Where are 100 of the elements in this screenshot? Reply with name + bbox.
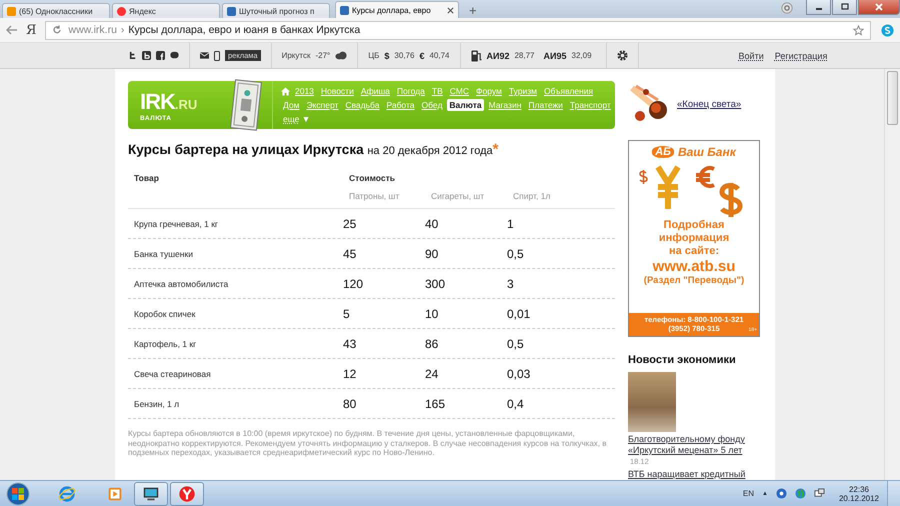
browser-tab[interactable]: Курсы доллара, евро	[335, 1, 459, 18]
cloud-icon	[335, 51, 348, 60]
nav-link[interactable]: Эксперт	[304, 99, 340, 111]
nav-link[interactable]: Обед	[420, 99, 444, 111]
nav-link[interactable]: Дом	[281, 99, 302, 111]
column-heading: Сигареты, шт	[431, 191, 486, 201]
nav-link[interactable]: Валюта	[447, 99, 484, 111]
language-indicator[interactable]: EN	[742, 489, 754, 498]
table-cell-text: 10	[425, 306, 440, 320]
browser-tab[interactable]: Шуточный прогноз п	[222, 3, 330, 18]
banknote-drawing	[230, 79, 262, 131]
phone-icon[interactable]	[214, 50, 220, 60]
table-cell-text: 25	[343, 216, 358, 230]
news-link[interactable]: ВТБ наращивает кредитный	[628, 469, 770, 480]
blog-icon[interactable]	[142, 51, 151, 60]
browser-logo[interactable]: Я	[26, 22, 36, 38]
nav-link[interactable]: 2013	[293, 85, 316, 97]
table-cell-text: 5	[343, 306, 351, 320]
nav-link[interactable]: Транспорт	[568, 99, 613, 111]
speech-bubble-icon[interactable]	[170, 51, 179, 60]
section-heading: Новости экономики	[628, 354, 737, 366]
page-title: Курсы бартера на улицах Иркутска на 20 декабря 2012 года*	[128, 141, 500, 158]
fuel-price: 28,77	[514, 51, 535, 60]
browser-tab[interactable]: (65) Одноклассники	[2, 3, 110, 18]
register-link[interactable]: Регистрация	[774, 50, 828, 60]
table-cell-text: Картофель, 1 кг	[133, 338, 198, 348]
start-button[interactable]	[6, 482, 30, 506]
bank-logo: АБ	[652, 146, 674, 158]
fuel-grade: АИ92	[486, 50, 510, 60]
settings-icon[interactable]	[616, 50, 628, 61]
address-field[interactable]: www.irk.ru › Курсы доллара, евро и юаня в банках Иркутска	[44, 20, 871, 40]
table-cell-text: 43	[343, 336, 358, 350]
nav-link[interactable]: Работа	[384, 99, 417, 111]
new-tab-button[interactable]: +	[465, 3, 481, 18]
table-cell-text: 1	[507, 216, 515, 230]
scrollbar[interactable]	[884, 69, 900, 480]
close-button[interactable]	[858, 0, 900, 15]
advert-text: на сайте:	[668, 245, 720, 258]
nav-link[interactable]: Объявления	[542, 85, 596, 97]
clock[interactable]: 22:36 20.12.2012	[838, 484, 879, 502]
more-menu-link[interactable]: еще ▼	[281, 113, 312, 125]
table-cell-text: Крупа гречневая, 1 кг	[133, 218, 220, 228]
scrollbar-thumb[interactable]	[887, 71, 898, 125]
social-f-icon[interactable]	[156, 51, 165, 60]
euro-sign: €	[419, 50, 424, 60]
table-cell-text: 40	[425, 216, 440, 230]
advert-text: информация	[658, 232, 730, 245]
cb-label: ЦБ	[368, 51, 380, 60]
table-cell-text: 0,5	[507, 336, 525, 350]
table-cell-text: 12	[343, 366, 358, 380]
table-cell-text: 0,5	[507, 246, 525, 260]
news-link[interactable]: Благотворительному фонду «Иркутский меценат» 5 лет	[628, 434, 770, 456]
back-icon[interactable]	[6, 25, 18, 35]
city-label[interactable]: Иркутск	[282, 51, 310, 60]
nav-link[interactable]: Свадьба	[343, 99, 382, 111]
nav-link[interactable]: Форум	[474, 85, 504, 97]
fuel-pump-icon	[470, 50, 482, 62]
mail-icon[interactable]	[200, 51, 209, 60]
temperature: -27°	[315, 51, 330, 60]
chat-app-icon[interactable]	[881, 24, 894, 36]
fuel-price: 32,09	[572, 51, 592, 60]
table-cell-text: Банка тушенки	[133, 248, 194, 258]
browser-icon	[178, 484, 196, 502]
nav-link[interactable]: Магазин	[486, 99, 524, 111]
globe-e-icon	[58, 484, 76, 502]
table-cell-text: Коробок спичек	[133, 308, 196, 318]
nav-link[interactable]: Погода	[394, 85, 427, 97]
minimize-button[interactable]	[806, 0, 831, 15]
star-icon[interactable]	[853, 24, 864, 36]
close-icon[interactable]	[447, 6, 454, 14]
table-cell-text: 300	[425, 276, 446, 290]
nav-link[interactable]: Новости	[318, 85, 356, 97]
disc-icon[interactable]	[776, 488, 787, 499]
table-cell-text: 3	[507, 276, 515, 290]
nav-link[interactable]: Туризм	[506, 85, 539, 97]
article-link[interactable]: «Конец света»	[677, 98, 742, 110]
photo-placeholder[interactable]	[628, 372, 676, 432]
table-cell-text: 90	[425, 246, 440, 260]
advert-url: www.atb.su	[652, 258, 736, 275]
column-heading: Товар	[134, 173, 159, 183]
dollar-sign: $	[384, 50, 390, 60]
nav-link[interactable]: ТВ	[430, 85, 445, 97]
table-cell-text: 165	[425, 396, 446, 410]
table-cell-text: 0,01	[507, 306, 532, 320]
maximize-button[interactable]	[832, 0, 857, 15]
reload-icon[interactable]	[52, 25, 62, 35]
site-icon	[340, 6, 349, 14]
dollar-rate: 30,76	[394, 51, 414, 60]
network-icon[interactable]	[814, 488, 825, 499]
table-cell-text: 0,4	[507, 396, 525, 410]
nav-link[interactable]: Платежи	[526, 99, 565, 111]
maximize-icon	[840, 3, 850, 11]
nav-link[interactable]: Афиша	[358, 85, 392, 97]
nav-link[interactable]: СМС	[448, 85, 472, 97]
browser-tab[interactable]: Яндекс	[112, 3, 220, 18]
taskbar-app[interactable]	[134, 482, 168, 506]
table-cell-text: 24	[425, 366, 440, 380]
login-link[interactable]: Войти	[738, 50, 764, 60]
advert-text: Подробная	[664, 219, 724, 232]
globe-icon[interactable]	[794, 488, 806, 499]
